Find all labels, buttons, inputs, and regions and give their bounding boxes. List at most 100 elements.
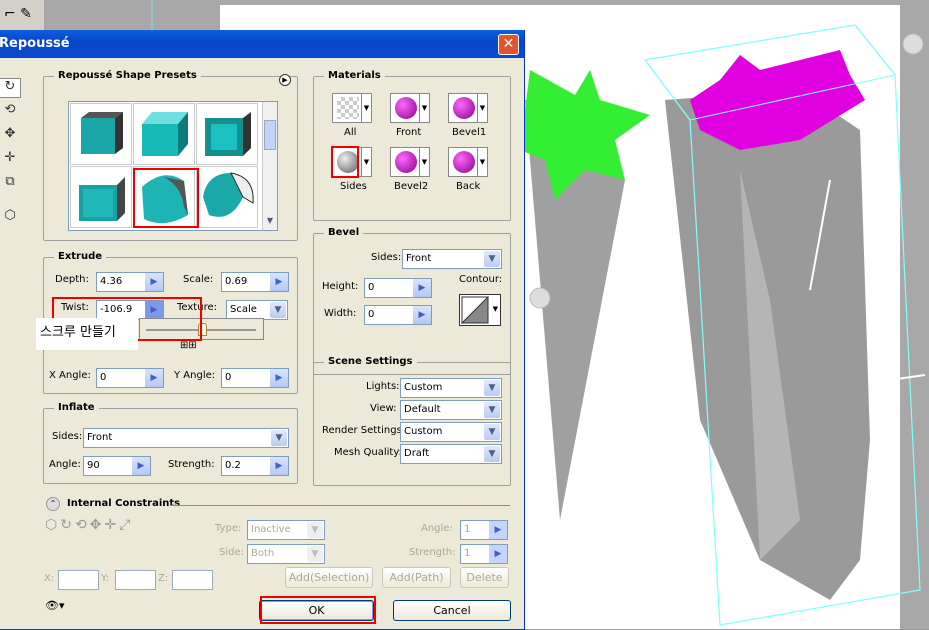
sides-highlight — [331, 146, 359, 178]
material-bevel1-swatch[interactable]: ▼ — [448, 93, 488, 123]
presets-scrollbar[interactable]: ▼ — [262, 102, 277, 230]
slide-object-tool-icon[interactable]: ✛ — [0, 150, 21, 170]
material-back-label: Back — [456, 181, 481, 192]
height-value: 0 — [368, 282, 375, 293]
height-input[interactable]: 0 ▶ — [364, 278, 432, 298]
chevron-down-icon: ▼ — [484, 424, 500, 440]
dialog-title: Repoussé — [0, 36, 70, 51]
depth-slider-arrow-icon[interactable]: ▶ — [145, 273, 163, 291]
add-selection-button[interactable]: Add(Selection) — [285, 567, 373, 588]
drag-object-tool-icon[interactable]: ✥ — [0, 126, 21, 146]
title-bar[interactable]: Repoussé ✕ — [0, 30, 524, 58]
chevron-down-icon: ▼ — [307, 522, 323, 538]
twist-tooltip: 스크루 만들기 — [36, 318, 138, 350]
materials-title: Materials — [324, 70, 385, 81]
delete-button[interactable]: Delete — [460, 567, 509, 588]
bevel-sides-select[interactable]: Front ▼ — [402, 249, 502, 269]
presets-title: Repoussé Shape Presets — [54, 70, 201, 81]
constraint-angle-arrow-icon[interactable]: ▶ — [489, 521, 507, 539]
render-settings-value: Custom — [404, 426, 443, 437]
contour-picker[interactable]: ▼ — [459, 294, 501, 326]
lights-select[interactable]: Custom ▼ — [400, 378, 502, 398]
depth-input[interactable]: 4.36 ▶ — [96, 272, 164, 292]
presets-menu-icon[interactable]: ▶ — [279, 74, 291, 86]
x-label: X: — [44, 573, 55, 584]
constraint-strength-arrow-icon[interactable]: ▶ — [489, 545, 507, 563]
preset-item[interactable] — [196, 103, 258, 165]
inflate-strength-input[interactable]: 0.2 ▶ — [221, 456, 289, 476]
collapse-constraints-icon[interactable]: ⌃ — [46, 497, 60, 511]
type-select[interactable]: Inactive ▼ — [247, 520, 325, 540]
mesh-quality-select[interactable]: Draft ▼ — [400, 444, 502, 464]
constraint-angle-value: 1 — [464, 524, 471, 535]
texture-select[interactable]: Scale ▼ — [226, 300, 288, 320]
cancel-button[interactable]: Cancel — [393, 600, 511, 621]
extrude-group: Extrude Depth: 4.36 ▶ Scale: 0.69 ▶ Twist:… — [36, 251, 298, 394]
constraint-tools-icons[interactable]: ⬡↻⟲✥✛⤢ — [45, 517, 133, 533]
ground-plane-visibility-icon[interactable]: 👁▾ — [45, 599, 65, 612]
material-bevel2-swatch[interactable]: ▼ — [390, 147, 430, 177]
constraint-angle-input[interactable]: 1 ▶ — [460, 520, 508, 540]
top-toolbar-fragment: ⌐ ✎ — [0, 0, 44, 30]
inflate-angle-arrow-icon[interactable]: ▶ — [132, 457, 150, 475]
view-select[interactable]: Default ▼ — [400, 400, 502, 420]
inflate-angle-label: Angle: — [49, 459, 81, 470]
render-settings-select[interactable]: Custom ▼ — [400, 422, 502, 442]
twist-pattern-icon[interactable]: ⊞⊞ — [180, 340, 197, 351]
constraints-title: Internal Constraints — [67, 498, 181, 509]
x-angle-label: X Angle: — [49, 370, 91, 381]
material-all-swatch[interactable]: ▼ — [332, 93, 372, 123]
chevron-down-icon: ▼ — [307, 546, 323, 562]
inflate-strength-value: 0.2 — [225, 460, 241, 471]
rotate-object-tool-icon[interactable]: ↻ — [0, 78, 21, 98]
close-icon[interactable]: ✕ — [498, 34, 519, 55]
x-angle-arrow-icon[interactable]: ▶ — [145, 369, 163, 387]
scale-object-tool-icon[interactable]: ⧉ — [0, 174, 21, 194]
side-select[interactable]: Both ▼ — [247, 544, 325, 564]
scrollbar-thumb[interactable] — [264, 120, 276, 150]
depth-value: 4.36 — [100, 276, 123, 287]
constraint-strength-input[interactable]: 1 ▶ — [460, 544, 508, 564]
divider — [170, 505, 510, 506]
view-label: View: — [370, 403, 397, 414]
chevron-down-icon: ▼ — [484, 446, 500, 462]
width-label: Width: — [324, 308, 357, 319]
camera-view-icon[interactable]: ⬡ — [0, 208, 21, 228]
roll-object-tool-icon[interactable]: ⟲ — [0, 102, 21, 122]
repousse-dialog: Repoussé ✕ ↻ ⟲ ✥ ✛ ⧉ ⬡ Repoussé Shape Pr… — [0, 30, 525, 630]
preset-item[interactable] — [196, 166, 258, 228]
inflate-sides-select[interactable]: Front ▼ — [83, 428, 289, 448]
chevron-down-icon: ▼ — [484, 402, 500, 418]
bevel-title: Bevel — [324, 227, 364, 238]
material-front-label: Front — [396, 127, 422, 138]
height-arrow-icon[interactable]: ▶ — [413, 279, 431, 297]
x-input[interactable] — [58, 570, 99, 590]
preset-item[interactable] — [133, 103, 195, 165]
y-angle-arrow-icon[interactable]: ▶ — [270, 369, 288, 387]
scale-slider-arrow-icon[interactable]: ▶ — [270, 273, 288, 291]
ok-highlight — [260, 596, 376, 624]
z-label: Z: — [158, 573, 169, 584]
chevron-down-icon: ▼ — [492, 305, 498, 313]
side-value: Both — [251, 548, 275, 559]
scale-input[interactable]: 0.69 ▶ — [221, 272, 289, 292]
render-settings-label: Render Settings: — [322, 425, 406, 436]
scroll-down-icon[interactable]: ▼ — [264, 216, 276, 230]
constraint-strength-value: 1 — [464, 548, 471, 559]
width-arrow-icon[interactable]: ▶ — [413, 306, 431, 324]
brush-tool-icon[interactable]: ⌐ ✎ — [4, 6, 32, 22]
inflate-angle-input[interactable]: 90 ▶ — [83, 456, 151, 476]
x-angle-input[interactable]: 0 ▶ — [96, 368, 164, 388]
z-input[interactable] — [172, 570, 213, 590]
width-input[interactable]: 0 ▶ — [364, 305, 432, 325]
y-input[interactable] — [115, 570, 156, 590]
inflate-strength-arrow-icon[interactable]: ▶ — [270, 457, 288, 475]
scale-label: Scale: — [183, 274, 214, 285]
y-angle-input[interactable]: 0 ▶ — [221, 368, 289, 388]
height-label: Height: — [322, 281, 359, 292]
material-front-swatch[interactable]: ▼ — [390, 93, 430, 123]
add-path-button[interactable]: Add(Path) — [382, 567, 451, 588]
preset-item[interactable] — [70, 166, 132, 228]
preset-item[interactable] — [70, 103, 132, 165]
material-back-swatch[interactable]: ▼ — [448, 147, 488, 177]
